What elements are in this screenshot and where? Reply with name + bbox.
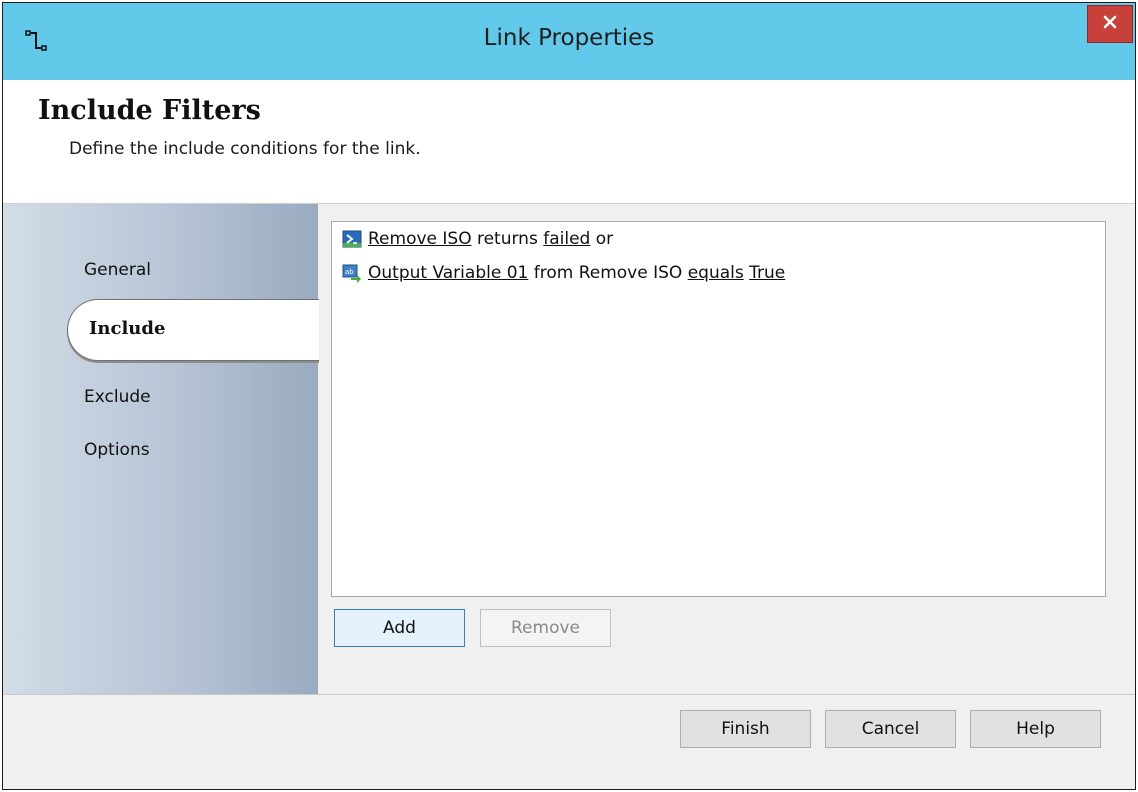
condition-operator-link[interactable]: equals (688, 263, 744, 283)
condition-text: from Remove ISO (528, 263, 688, 283)
cancel-button[interactable]: Cancel (825, 710, 956, 748)
condition-activity-link[interactable]: Remove ISO (368, 229, 472, 249)
condition-variable-link[interactable]: Output Variable 01 (368, 263, 528, 283)
condition-text: or (590, 229, 614, 249)
title-bar[interactable]: Link Properties (3, 3, 1135, 80)
sidebar-item-general[interactable]: General (84, 260, 151, 280)
list-item[interactable]: Remove ISO returns failed or (342, 226, 613, 252)
sidebar-item-exclude[interactable]: Exclude (84, 387, 151, 407)
svg-text:ab: ab (345, 268, 354, 276)
close-icon (1102, 14, 1118, 34)
condition-text: returns (471, 229, 544, 249)
condition-status-link[interactable]: failed (543, 229, 590, 249)
finish-button[interactable]: Finish (680, 710, 811, 748)
sidebar-nav: General Exclude Options (3, 204, 318, 694)
sidebar-item-options[interactable]: Options (84, 440, 150, 460)
page-description: Define the include conditions for the li… (69, 139, 421, 159)
list-item[interactable]: ab Output Variable 01 from Remove ISO eq… (342, 260, 785, 286)
sidebar-item-include-label: Include (89, 318, 166, 339)
sidebar-item-include[interactable]: Include (67, 299, 319, 361)
page-header: Include Filters Define the include condi… (3, 80, 1135, 204)
add-button[interactable]: Add (334, 609, 465, 647)
conditions-list[interactable]: Remove ISO returns failed or ab Output V… (331, 221, 1106, 597)
close-button[interactable] (1087, 5, 1133, 43)
condition-value-link[interactable]: True (749, 263, 785, 283)
remove-button[interactable]: Remove (480, 609, 611, 647)
window-title: Link Properties (483, 25, 655, 51)
help-button[interactable]: Help (970, 710, 1101, 748)
powershell-activity-icon (342, 229, 362, 249)
link-properties-window: Link Properties Include Filters Define t… (2, 2, 1136, 790)
page-title: Include Filters (38, 95, 261, 126)
variable-data-icon: ab (342, 263, 362, 283)
dialog-footer (3, 694, 1135, 789)
